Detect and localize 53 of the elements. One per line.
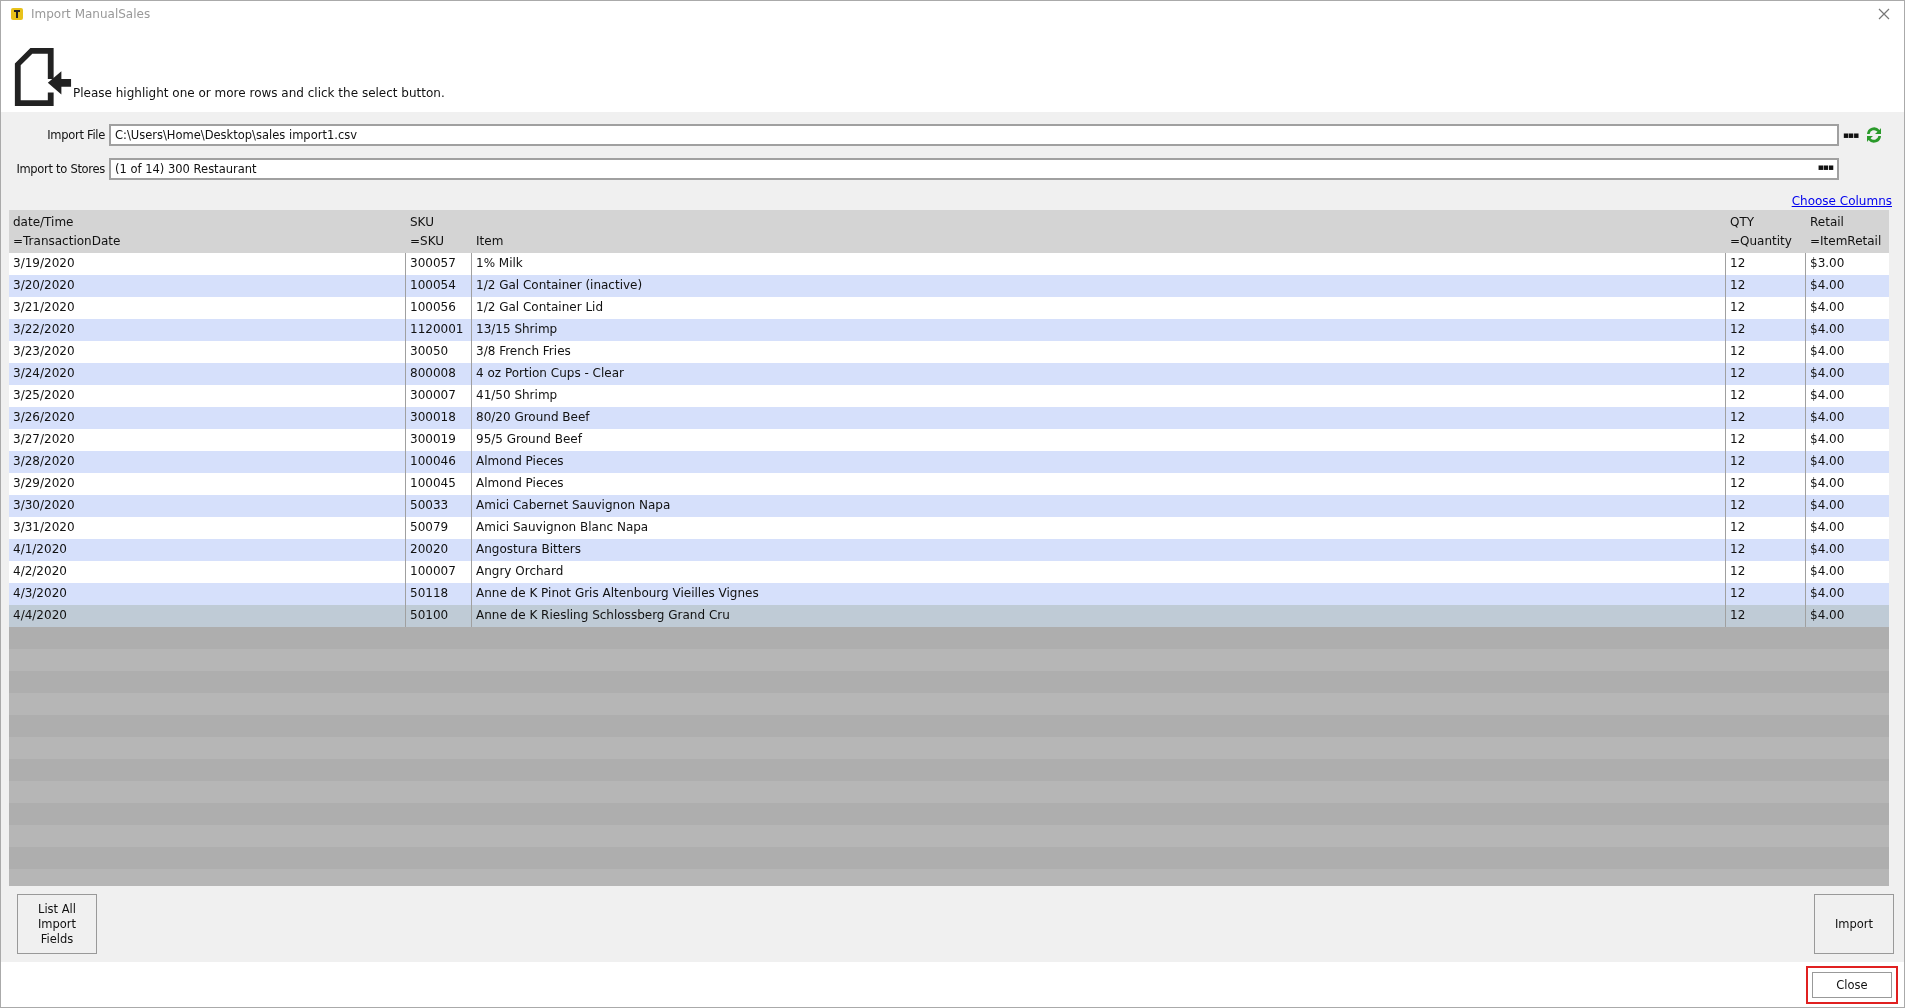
table-row[interactable]: 4/1/2020 20020 Angostura Bitters 12 $4.00 (9, 539, 1889, 561)
field-label: Import to Stores (15, 162, 105, 176)
table-cell-text: $4.00 (1809, 519, 1846, 536)
import-file-field[interactable]: C:\Users\Home\Desktop\sales import1.csv (109, 124, 1839, 146)
column-header[interactable]: date/Time =TransactionDate (9, 210, 406, 253)
table-row[interactable]: 3/23/2020 30050 3/8 French Fries 12 $4.00 (9, 341, 1889, 363)
table-cell-text: $4.00 (1809, 453, 1846, 470)
table-cell-text: $4.00 (1809, 585, 1846, 602)
browse-button[interactable]: ▪▪▪ (1843, 130, 1859, 140)
table-row[interactable]: 3/29/2020 100045 Almond Pieces 12 $4.00 (9, 473, 1889, 495)
table-row[interactable]: 3/25/2020 300007 41/50 Shrimp 12 $4.00 (9, 385, 1889, 407)
table-row[interactable]: 3/21/2020 100056 1/2 Gal Container Lid 12 $4.00 (9, 297, 1889, 319)
table-cell-text: $4.00 (1809, 475, 1846, 492)
app-logo-icon (9, 6, 25, 23)
table-cell-text: $4.00 (1809, 299, 1846, 316)
table-row[interactable]: 3/22/2020 1120001 13/15 Shrimp 12 $4.00 (9, 319, 1889, 341)
import-button[interactable]: Import (1814, 894, 1894, 954)
table-cell-text: $4.00 (1809, 343, 1846, 360)
list-fields-button[interactable]: List All Import Fields (17, 894, 97, 954)
field-label: Import File (46, 128, 105, 142)
stores-field[interactable]: (1 of 14) 300 Restaurant ▪▪▪ (109, 158, 1839, 180)
table-row[interactable]: 3/28/2020 100046 Almond Pieces 12 $4.00 (9, 451, 1889, 473)
table-cell-text: $4.00 (1809, 387, 1846, 404)
table-cell-text: $4.00 (1809, 431, 1846, 448)
close-button[interactable]: Close (1812, 971, 1892, 998)
table-cell-text: $3.00 (1809, 255, 1846, 272)
column-header[interactable]: Retail =ItemRetail (1806, 210, 1889, 253)
window-title: Import ManualSales (31, 7, 152, 22)
table-row[interactable]: 4/2/2020 100007 Angry Orchard 12 $4.00 (9, 561, 1889, 583)
table-cell-text: $4.00 (1809, 607, 1846, 624)
column-header[interactable]: SKU =SKU (406, 210, 472, 253)
choose-columns-link[interactable]: Choose Columns (1791, 194, 1892, 208)
table-row[interactable]: 3/26/2020 300018 80/20 Ground Beef 12 $4.00 (9, 407, 1889, 429)
table-cell-text: $4.00 (1809, 409, 1846, 426)
close-icon[interactable] (1878, 8, 1890, 21)
table-cell-text: $4.00 (1809, 541, 1846, 558)
table-cell-text: $4.00 (1809, 365, 1846, 382)
table-row[interactable]: 3/30/2020 50033 Amici Cabernet Sauvignon Napa 12 $4.00 (9, 495, 1889, 517)
table-row[interactable]: 3/20/2020 100054 1/2 Gal Container (inactive) 12 $4.00 (9, 275, 1889, 297)
browse-button[interactable]: ▪▪▪ (1817, 162, 1833, 176)
column-header[interactable]: Item (472, 210, 1726, 253)
table-cell-text: $4.00 (1809, 277, 1846, 294)
table-row[interactable]: 4/3/2020 50118 Anne de K Pinot Gris Altenbourg Vieilles Vignes 12 $4.00 (9, 583, 1889, 605)
column-header[interactable]: QTY =Quantity (1726, 210, 1806, 253)
table-row[interactable]: 3/31/2020 50079 Amici Sauvignon Blanc Napa 12 $4.00 (9, 517, 1889, 539)
table-cell-text: $4.00 (1809, 563, 1846, 580)
table-cell-text: $4.00 (1809, 497, 1846, 514)
instruction-text: Please highlight one or more rows and click the select button. (73, 86, 445, 100)
table-row[interactable]: 3/27/2020 300019 95/5 Ground Beef 12 $4.00 (9, 429, 1889, 451)
table-cell-text: $4.00 (1809, 321, 1846, 338)
table-row[interactable]: 3/19/2020 300057 1% Milk 12 $3.00 (9, 253, 1889, 275)
table-row[interactable]: 4/4/2020 50100 Anne de K Riesling Schlossberg Grand Cru 12 $4.00 (9, 605, 1889, 627)
table-row[interactable]: 3/24/2020 800008 4 oz Portion Cups - Clear 12 $4.00 (9, 363, 1889, 385)
